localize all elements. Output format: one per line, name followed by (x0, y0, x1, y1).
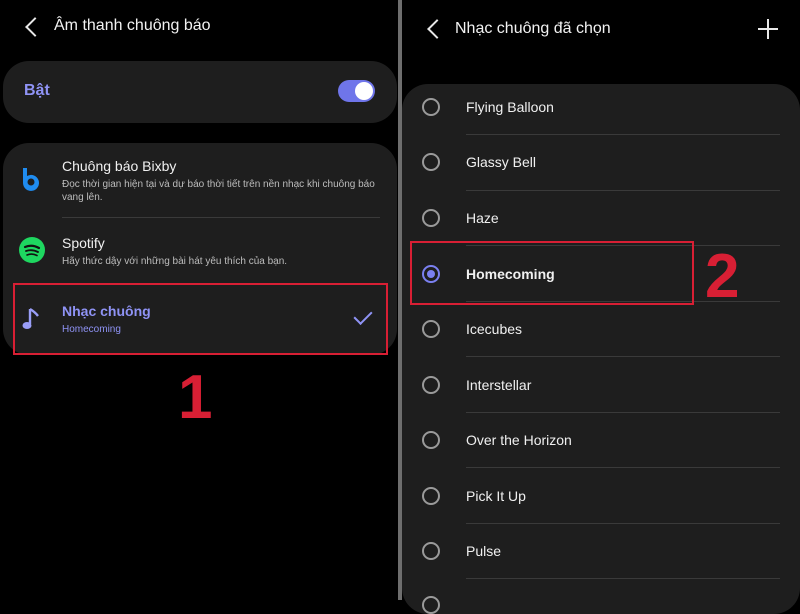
add-icon[interactable] (758, 19, 778, 39)
spotify-icon (19, 237, 45, 263)
bixby-icon (23, 168, 39, 191)
radio-button[interactable] (422, 153, 440, 171)
ringtone-item[interactable]: Glassy Bell (466, 154, 536, 170)
radio-button[interactable] (422, 487, 440, 505)
ringtone-list (402, 84, 800, 614)
radio-button[interactable] (422, 376, 440, 394)
toggle-knob (355, 82, 373, 100)
option-bixby-desc: Đọc thời gian hiện tại và dự báo thời ti… (62, 179, 375, 203)
ringtone-item[interactable]: Pick It Up (466, 488, 526, 504)
step-number-1: 1 (178, 363, 213, 432)
ringtone-item[interactable]: Flying Balloon (466, 99, 554, 115)
page-title: Âm thanh chuông báo (54, 17, 211, 34)
option-spotify-title[interactable]: Spotify (62, 235, 105, 251)
radio-button[interactable] (422, 596, 440, 614)
divider (466, 467, 780, 468)
radio-button[interactable] (422, 320, 440, 338)
divider (466, 578, 780, 579)
radio-button[interactable] (422, 542, 440, 560)
divider (466, 523, 780, 524)
step-number-2: 2 (705, 242, 740, 311)
divider (466, 356, 780, 357)
divider (466, 134, 780, 135)
divider (466, 190, 780, 191)
ringtone-item[interactable]: Icecubes (466, 321, 522, 337)
page-title: Nhạc chuông đã chọn (455, 20, 611, 37)
option-spotify-desc: Hãy thức dậy với những bài hát yêu thích… (62, 256, 288, 267)
ringtone-item[interactable]: Interstellar (466, 377, 531, 393)
highlight-box-1 (13, 283, 388, 355)
ringtone-item[interactable]: Pulse (466, 543, 501, 559)
ringtone-item[interactable]: Over the Horizon (466, 432, 572, 448)
divider (62, 217, 380, 218)
radio-button[interactable] (422, 209, 440, 227)
master-toggle-switch[interactable] (338, 80, 375, 102)
highlight-box-2 (410, 241, 694, 305)
divider (466, 412, 780, 413)
option-bixby-title[interactable]: Chuông báo Bixby (62, 158, 176, 174)
master-toggle-label: Bật (24, 82, 50, 99)
ringtone-item[interactable]: Haze (466, 210, 499, 226)
radio-button[interactable] (422, 98, 440, 116)
radio-button[interactable] (422, 431, 440, 449)
